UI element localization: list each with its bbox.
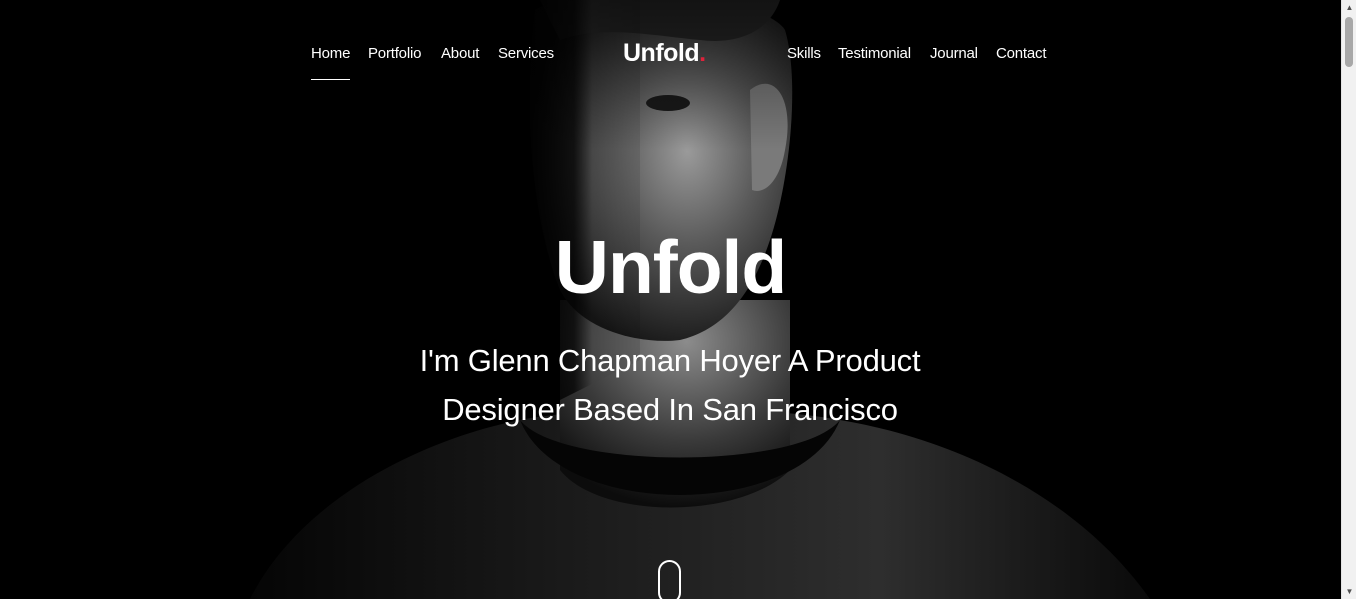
brand-logo-text: Unfold: [623, 39, 700, 67]
hero-section: Home Portfolio About Services Unfold. Sk…: [0, 0, 1341, 599]
brand-logo-dot: .: [699, 39, 706, 67]
nav-item-journal[interactable]: Journal: [930, 44, 978, 64]
brand-logo[interactable]: Unfold.: [623, 38, 706, 68]
nav-item-skills[interactable]: Skills: [787, 44, 821, 64]
hero-title: Unfold: [554, 225, 787, 309]
hero-subtitle: I'm Glenn Chapman Hoyer A Product Design…: [419, 343, 921, 427]
page: Home Portfolio About Services Unfold. Sk…: [0, 0, 1356, 599]
main-navigation: Home Portfolio About Services Unfold. Sk…: [0, 0, 1341, 110]
nav-item-about[interactable]: About: [441, 44, 479, 64]
scrollbar-thumb[interactable]: [1345, 17, 1353, 67]
nav-item-services[interactable]: Services: [498, 44, 554, 64]
nav-item-home[interactable]: Home: [311, 44, 351, 80]
scroll-down-arrow-icon[interactable]: ▼: [1342, 584, 1356, 599]
scroll-up-arrow-icon[interactable]: ▲: [1342, 0, 1356, 15]
nav-item-testimonial[interactable]: Testimonial: [838, 44, 911, 64]
mouse-scroll-icon[interactable]: [658, 560, 681, 599]
nav-item-portfolio[interactable]: Portfolio: [368, 44, 421, 64]
page-scrollbar[interactable]: ▲ ▼: [1341, 0, 1356, 599]
nav-item-contact[interactable]: Contact: [996, 44, 1046, 64]
